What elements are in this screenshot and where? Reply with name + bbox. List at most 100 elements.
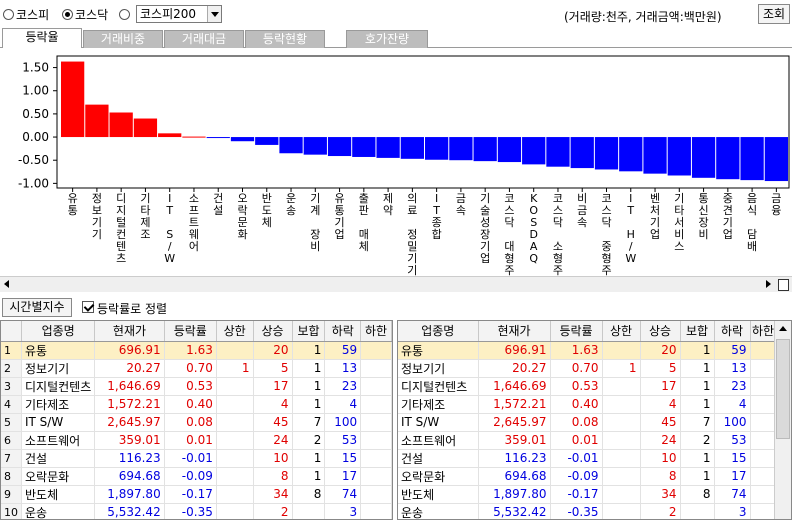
radio-index-circle[interactable]	[119, 8, 130, 20]
cell-lower	[750, 413, 777, 432]
table-row[interactable]: 기타제조 1,572.21 0.40 4 1 4	[398, 395, 777, 414]
cell-flat: 1	[292, 467, 326, 486]
tab-rate[interactable]: 등락율	[2, 28, 82, 49]
scroll-left-icon[interactable]	[4, 280, 9, 288]
tab-trade-value[interactable]: 거래대금	[164, 30, 244, 48]
horizontal-scrollbar[interactable]	[0, 276, 792, 292]
vertical-scrollbar[interactable]	[774, 321, 791, 519]
cell-lower	[750, 485, 777, 504]
scroll-thumb[interactable]	[776, 339, 790, 439]
tab-order-book[interactable]: 호가잔량	[346, 30, 428, 48]
document-icon[interactable]	[778, 279, 789, 291]
cell-upper	[602, 413, 641, 432]
index-select[interactable]: 코스피200	[136, 5, 222, 23]
time-index-button[interactable]: 시간별지수	[2, 298, 72, 317]
tab-status[interactable]: 등락현황	[245, 30, 325, 48]
header-flat[interactable]: 보합	[680, 321, 715, 342]
cell-rate: 1.63	[164, 341, 217, 360]
radio-kosdaq[interactable]: 코스닥	[62, 7, 108, 22]
table-row[interactable]: 2 정보기기 20.27 0.70 1 5 1 13	[1, 359, 392, 378]
table-row[interactable]: 1 유통 696.91 1.63 20 1 59	[1, 341, 392, 360]
table-row[interactable]: 유통 696.91 1.63 20 1 59	[398, 341, 777, 360]
bar	[740, 137, 764, 181]
table-row[interactable]: 반도체 1,897.80 -0.17 34 8 74	[398, 485, 777, 504]
cell-price: 1,646.69	[478, 377, 551, 396]
radio-kosdaq-circle[interactable]	[62, 8, 73, 20]
table-row[interactable]: 운송 5,532.42 -0.35 2 3	[398, 503, 777, 519]
chevron-down-icon[interactable]	[207, 6, 221, 22]
header-down[interactable]: 하락	[714, 321, 751, 342]
header-price[interactable]: 현재가	[478, 321, 551, 342]
radio-index[interactable]	[119, 7, 132, 21]
table-row[interactable]: IT S/W 2,645.97 0.08 45 7 100	[398, 413, 777, 432]
cell-upper	[602, 341, 641, 360]
sort-checkbox[interactable]	[82, 301, 94, 313]
header-up[interactable]: 상승	[253, 321, 293, 342]
cell-flat: 1	[292, 359, 326, 378]
table-row[interactable]: 7 건설 116.23 -0.01 10 1 15	[1, 449, 392, 468]
cell-down: 53	[714, 431, 751, 450]
header-upper[interactable]: 상한	[602, 321, 641, 342]
bar	[85, 104, 109, 138]
table-row[interactable]: 디지털컨텐츠 1,646.69 0.53 17 1 23	[398, 377, 777, 396]
view-button[interactable]: 조회	[758, 4, 790, 24]
cell-down: 13	[714, 359, 751, 378]
cell-down: 23	[324, 377, 362, 396]
table-row[interactable]: 6 소프트웨어 359.01 0.01 24 2 53	[1, 431, 392, 450]
header-price[interactable]: 현재가	[94, 321, 165, 342]
table-row[interactable]: 정보기기 20.27 0.70 1 5 1 13	[398, 359, 777, 378]
table-row[interactable]: 9 반도체 1,897.80 -0.17 34 8 74	[1, 485, 392, 504]
x-tick-label: 디지털컨텐츠	[116, 192, 126, 265]
cell-flat: 1	[292, 395, 326, 414]
x-tick-label: 출판 매체	[359, 192, 369, 253]
tab-volume-share[interactable]: 거래비중	[83, 30, 163, 48]
header-up[interactable]: 상승	[640, 321, 681, 342]
scroll-up-icon[interactable]	[779, 326, 787, 331]
x-tick-label: 제약	[383, 192, 393, 217]
table-row[interactable]: 4 기타제조 1,572.21 0.40 4 1 4	[1, 395, 392, 414]
table-row[interactable]: 8 오락문화 694.68 -0.09 8 1 17	[1, 467, 392, 486]
cell-flat: 1	[292, 377, 326, 396]
cell-price: 1,572.21	[94, 395, 165, 414]
cell-lower	[750, 395, 777, 414]
sector-table-left-grid: 업종명 현재가 등락률 상한 상승 보합 하락 하한 1 유통 696.91 1.63…	[1, 321, 392, 519]
table-row[interactable]: 10 운송 5,532.42 -0.35 2 3	[1, 503, 392, 519]
header-down[interactable]: 하락	[324, 321, 362, 342]
radio-kospi[interactable]: 코스피	[3, 7, 49, 22]
header-flat[interactable]: 보합	[292, 321, 326, 342]
cell-price: 359.01	[94, 431, 165, 450]
y-tick-label: 1.00	[22, 84, 49, 98]
cell-rate: 0.01	[164, 431, 217, 450]
bar	[376, 137, 400, 158]
table-row[interactable]: 건설 116.23 -0.01 10 1 15	[398, 449, 777, 468]
header-lower[interactable]: 하한	[360, 321, 392, 342]
cell-lower	[360, 341, 392, 360]
header-lower[interactable]: 하한	[750, 321, 777, 342]
header-rate[interactable]: 등락률	[550, 321, 603, 342]
cell-down: 4	[714, 395, 751, 414]
y-tick-label: 0.50	[22, 107, 49, 121]
bar	[691, 137, 716, 178]
cell-upper	[216, 431, 254, 450]
header-upper[interactable]: 상한	[216, 321, 254, 342]
cell-flat: 7	[680, 413, 715, 432]
header-rate[interactable]: 등락률	[164, 321, 217, 342]
radio-kospi-circle[interactable]	[3, 8, 14, 20]
cell-price: 1,572.21	[478, 395, 551, 414]
cell-upper	[216, 485, 254, 504]
row-index: 4	[1, 395, 22, 414]
header-sector[interactable]: 업종명	[21, 321, 96, 342]
header-sector[interactable]: 업종명	[398, 321, 479, 342]
table-row[interactable]: 오락문화 694.68 -0.09 8 1 17	[398, 467, 777, 486]
cell-price: 116.23	[478, 449, 551, 468]
bar	[716, 137, 740, 180]
cell-down: 100	[714, 413, 751, 432]
table-row[interactable]: 소프트웨어 359.01 0.01 24 2 53	[398, 431, 777, 450]
table-row[interactable]: 5 IT S/W 2,645.97 0.08 45 7 100	[1, 413, 392, 432]
bar	[327, 137, 352, 157]
table-row[interactable]: 3 디지털컨텐츠 1,646.69 0.53 17 1 23	[1, 377, 392, 396]
cell-upper	[602, 395, 641, 414]
scroll-right-icon[interactable]	[766, 280, 771, 288]
cell-sector: 운송	[21, 503, 96, 519]
cell-lower	[360, 377, 392, 396]
